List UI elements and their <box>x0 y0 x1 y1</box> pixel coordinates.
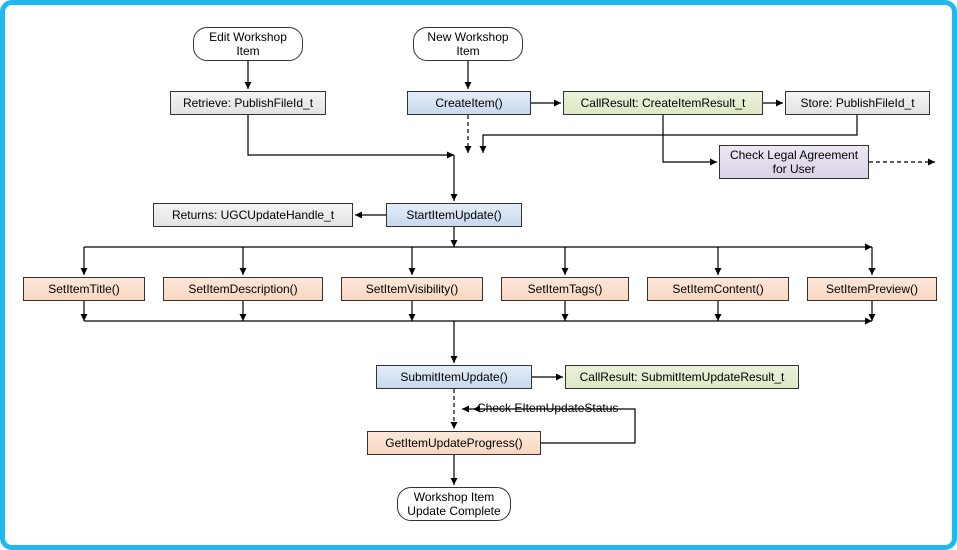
arrows-layer <box>5 5 952 545</box>
start-edit-workshop-item: Edit Workshop Item <box>193 27 303 61</box>
node-getitemupdateprogress: GetItemUpdateProgress() <box>367 431 541 455</box>
node-setitemvisibility: SetItemVisibility() <box>341 277 483 301</box>
node-submititemupdateresult: CallResult: SubmitItemUpdateResult_t <box>565 365 799 389</box>
node-setitemtitle: SetItemTitle() <box>23 277 145 301</box>
node-startitemupdate: StartItemUpdate() <box>386 203 522 227</box>
node-setitempreview: SetItemPreview() <box>807 277 937 301</box>
node-store-publishfileid: Store: PublishFileId_t <box>785 91 930 115</box>
node-createitem: CreateItem() <box>407 91 531 115</box>
node-createitemresult: CallResult: CreateItemResult_t <box>563 91 763 115</box>
node-setitemcontent: SetItemContent() <box>647 277 789 301</box>
node-returns-ugcupdatehandle: Returns: UGCUpdateHandle_t <box>153 203 353 227</box>
label-check-eitemupdatestatus: Check EItemUpdateStatus <box>477 401 618 415</box>
flowchart-diagram: { "start": { "edit": "Edit Workshop Item… <box>0 0 957 550</box>
node-setitemdescription: SetItemDescription() <box>163 277 323 301</box>
end-workshop-item-update-complete: Workshop Item Update Complete <box>397 487 511 521</box>
node-setitemtags: SetItemTags() <box>501 277 629 301</box>
start-new-workshop-item: New Workshop Item <box>413 27 523 61</box>
node-check-legal-agreement: Check Legal Agreement for User <box>719 145 869 179</box>
node-submititemupdate: SubmitItemUpdate() <box>376 365 532 389</box>
node-retrieve-publishfileid: Retrieve: PublishFileId_t <box>170 91 326 115</box>
